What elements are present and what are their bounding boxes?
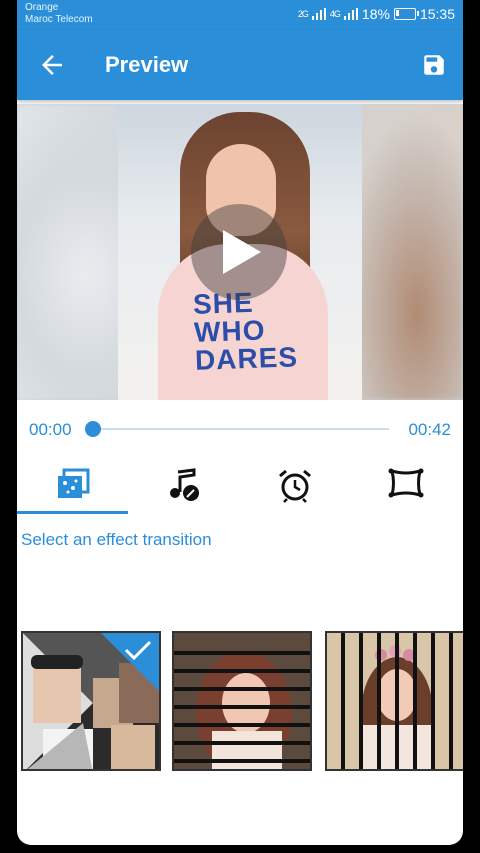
effect-horizontal-blinds-thumbnail <box>174 633 310 769</box>
effect-item-horizontal-blinds[interactable] <box>172 631 312 771</box>
carrier-info: Orange Maroc Telecom <box>25 2 93 26</box>
photo-shirt-text: SHE WHO DARES <box>192 286 299 376</box>
battery-percent: 18% <box>361 6 390 22</box>
effect-list <box>17 628 463 778</box>
signal-icon <box>343 8 358 20</box>
frame-icon <box>388 468 423 498</box>
seek-track[interactable] <box>93 428 389 430</box>
back-button[interactable] <box>37 50 67 80</box>
status-bar: Orange Maroc Telecom 2G 4G 18% 15:35 <box>17 0 463 30</box>
editor-tabs <box>17 458 463 514</box>
effect-vertical-blinds-thumbnail <box>327 633 463 769</box>
tab-selected-indicator <box>17 511 128 514</box>
play-icon <box>223 230 261 274</box>
signal-1-label: 2G <box>297 9 309 19</box>
battery-icon <box>393 8 419 20</box>
app-screen: Orange Maroc Telecom 2G 4G 18% 15:35 Pre… <box>17 0 463 845</box>
signal-2-label: 4G <box>329 9 341 19</box>
tab-music[interactable] <box>128 458 239 514</box>
transition-icon <box>57 468 89 498</box>
effect-item-vertical-blinds[interactable] <box>325 631 463 771</box>
tab-transition[interactable] <box>17 458 128 514</box>
carrier-secondary: Maroc Telecom <box>25 14 93 25</box>
playback-timeline: 00:00 00:42 <box>17 412 463 442</box>
arrow-left-icon <box>42 55 62 75</box>
status-indicators: 2G 4G 18% 15:35 <box>298 6 455 22</box>
save-button[interactable] <box>421 52 447 78</box>
tab-duration[interactable] <box>239 458 350 514</box>
page-title: Preview <box>105 52 189 77</box>
effect-item-collage[interactable] <box>21 631 161 771</box>
alarm-clock-icon <box>278 469 311 503</box>
battery-level <box>395 10 399 16</box>
clock: 15:35 <box>419 6 455 22</box>
tab-frame[interactable] <box>350 458 461 514</box>
save-icon <box>424 55 444 75</box>
music-icon <box>169 468 199 501</box>
checkmark-icon <box>124 640 152 661</box>
play-button[interactable] <box>191 204 287 300</box>
carrier-primary: Orange <box>25 2 59 13</box>
seek-thumb[interactable] <box>85 421 101 437</box>
signal-icon <box>311 8 326 20</box>
video-preview[interactable]: SHE WHO DARES <box>17 104 463 400</box>
current-time: 00:00 <box>29 420 72 439</box>
total-time: 00:42 <box>408 420 451 439</box>
app-toolbar: Preview <box>17 30 463 100</box>
effect-hint: Select an effect transition <box>21 530 212 549</box>
